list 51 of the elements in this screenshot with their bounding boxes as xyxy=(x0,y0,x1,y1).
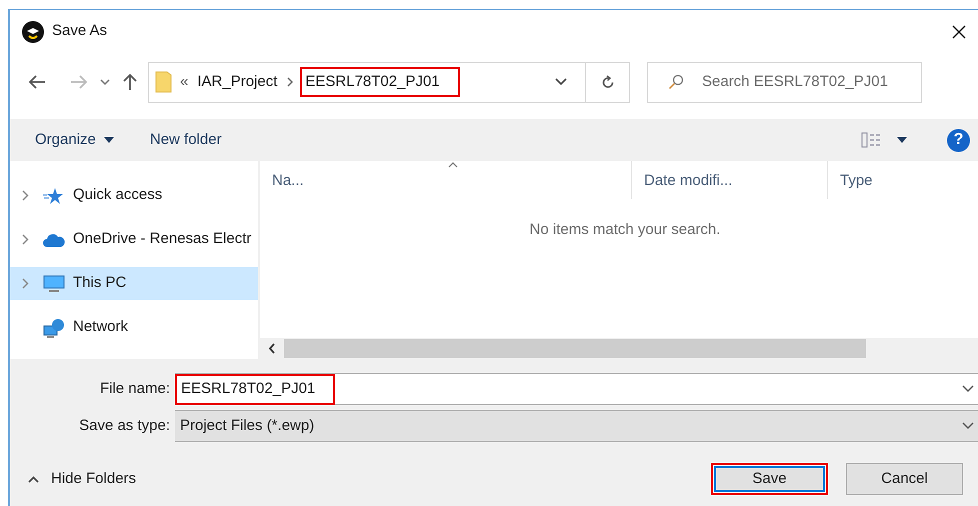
field-label: File name: xyxy=(98,378,171,399)
chevron-down-icon[interactable] xyxy=(962,385,974,393)
caret-up-icon xyxy=(28,476,39,482)
cancel-button[interactable]: Cancel xyxy=(846,463,963,495)
navigation-item[interactable]: OneDrive - Renesas Electr xyxy=(10,223,258,256)
window-title: Save As xyxy=(52,21,108,42)
star-icon xyxy=(43,186,63,204)
chevron-right-icon[interactable] xyxy=(22,190,29,201)
navigation-item[interactable]: This PC xyxy=(10,267,258,300)
view-options-icon[interactable] xyxy=(861,132,883,148)
chevron-right-icon[interactable] xyxy=(22,278,29,289)
breadcrumb[interactable]: IAR_Project xyxy=(194,70,280,94)
app-icon xyxy=(22,20,44,42)
close-icon[interactable] xyxy=(952,24,966,38)
address-bar[interactable]: « IAR_Project EESRL78T02_PJ01 xyxy=(148,62,630,102)
column-header[interactable]: Type xyxy=(828,161,978,199)
save-as-type-dropdown[interactable]: Project Files (*.ewp) xyxy=(175,410,978,442)
folder-icon xyxy=(155,71,172,93)
scrollbar-thumb[interactable] xyxy=(284,339,866,358)
navigation-item[interactable]: Network xyxy=(10,311,258,344)
monitor-icon xyxy=(43,274,65,292)
hide-folders-button[interactable]: Hide Folders xyxy=(28,468,136,490)
scroll-left-icon[interactable] xyxy=(268,343,276,354)
column-header[interactable]: Date modifi... xyxy=(632,161,828,199)
chevron-right-icon[interactable] xyxy=(287,77,294,87)
overflow-chevrons[interactable]: « xyxy=(180,70,188,94)
chevron-down-icon[interactable] xyxy=(962,422,974,430)
horizontal-scrollbar[interactable] xyxy=(260,338,978,359)
search-field[interactable]: Search EESRL78T02_PJ01 xyxy=(647,62,922,102)
chevron-down-icon[interactable] xyxy=(555,78,567,86)
empty-message: No items match your search. xyxy=(530,220,720,240)
chevron-down-icon[interactable] xyxy=(100,78,110,86)
refresh-icon[interactable] xyxy=(600,74,614,90)
network-icon xyxy=(43,318,65,338)
organize-menu-button[interactable]: Organize xyxy=(35,128,114,152)
chevron-right-icon[interactable] xyxy=(22,234,29,245)
sort-caret-icon xyxy=(448,162,458,168)
save-button[interactable]: Save xyxy=(711,463,828,495)
navigation-item[interactable]: Quick access xyxy=(10,179,258,212)
help-button[interactable]: ? xyxy=(947,128,970,152)
file-name-field[interactable]: EESRL78T02_PJ01 xyxy=(175,373,978,405)
breadcrumb[interactable]: EESRL78T02_PJ01 xyxy=(300,67,460,97)
cloud-icon xyxy=(43,232,65,246)
column-header[interactable]: Na... xyxy=(260,161,632,199)
search-icon xyxy=(668,74,684,90)
caret-down-icon[interactable] xyxy=(897,137,907,143)
toolbar-button[interactable]: New folder xyxy=(150,128,222,152)
back-arrow-icon[interactable] xyxy=(28,74,46,90)
caret-down-icon xyxy=(104,137,114,143)
field-label: Save as type: xyxy=(78,416,171,436)
up-arrow-icon[interactable] xyxy=(122,73,138,91)
